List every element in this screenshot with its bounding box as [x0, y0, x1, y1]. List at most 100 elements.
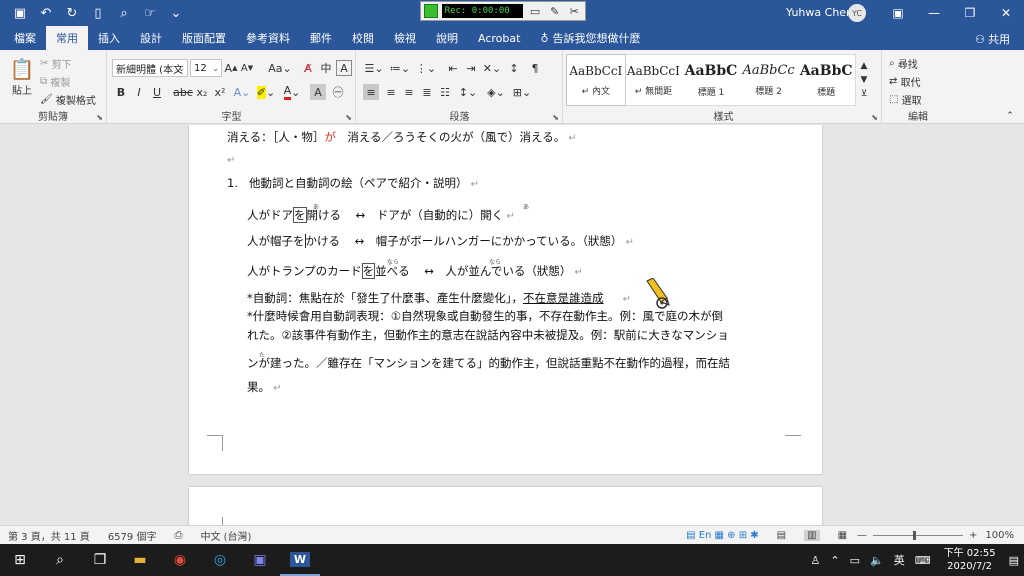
recorder-folder-icon[interactable]: ▭	[527, 4, 543, 18]
ime-options-icon[interactable]: ⌨	[910, 554, 936, 567]
italic-icon[interactable]: I	[132, 84, 146, 100]
file-explorer-icon[interactable]: ▬	[120, 544, 160, 576]
paste-icon[interactable]: 📋	[8, 56, 36, 82]
account-name[interactable]: Yuhwa Chen	[786, 6, 853, 19]
avatar[interactable]: YC	[848, 4, 866, 22]
paste-button[interactable]: 貼上	[6, 82, 38, 97]
tab-design[interactable]: 設計	[130, 26, 172, 50]
phonetic-guide-icon[interactable]: 中	[318, 60, 334, 76]
network-icon[interactable]: ▭	[845, 554, 865, 567]
read-mode-icon[interactable]: ▤	[777, 530, 786, 541]
recorder-tools-icon[interactable]: ✂	[566, 4, 582, 18]
close-icon[interactable]: ✕	[988, 0, 1024, 26]
word-count[interactable]: 6579 個字	[108, 528, 157, 543]
enclose-characters-icon[interactable]: ㊀	[330, 84, 346, 100]
edge-icon[interactable]: ◎	[200, 544, 240, 576]
copy-button[interactable]: ⧉ 複製	[40, 74, 100, 89]
chevron-down-icon[interactable]: ⌄	[212, 64, 219, 73]
undo-icon[interactable]: ↶	[34, 2, 58, 24]
style-normal[interactable]: AaBbCcI ↵ 內文	[566, 54, 626, 106]
paragraph-launcher-icon[interactable]: ⬊	[552, 113, 559, 122]
zoom-level[interactable]: 100%	[985, 530, 1014, 541]
style-title[interactable]: AaBbC 標題	[797, 55, 855, 105]
restore-icon[interactable]: ❐	[952, 0, 988, 26]
select-button[interactable]: ⬚ 選取	[889, 92, 947, 107]
shading-icon[interactable]: ◈⌄	[485, 84, 507, 100]
align-left-icon[interactable]: ≡	[363, 84, 379, 100]
format-painter-button[interactable]: 🖌 複製格式	[40, 92, 102, 107]
chinese-layout-icon[interactable]: ✕⌄	[483, 60, 501, 76]
show-marks-icon[interactable]: ¶	[527, 60, 543, 76]
more-styles-icon[interactable]: ⊻	[861, 89, 868, 99]
tab-layout[interactable]: 版面配置	[172, 26, 236, 50]
font-color-icon[interactable]: A ⌄	[282, 84, 302, 100]
recorder-pen-icon[interactable]: ✎	[547, 4, 563, 18]
collapse-ribbon-icon[interactable]: ⌃	[1004, 110, 1016, 122]
justify-icon[interactable]: ≣	[419, 84, 435, 100]
show-hidden-icons-icon[interactable]: ⌃	[825, 554, 844, 567]
ime-mode-indicator[interactable]: 英	[889, 552, 910, 568]
tab-home[interactable]: 常用	[46, 26, 88, 50]
tab-mailings[interactable]: 郵件	[300, 26, 342, 50]
tab-insert[interactable]: 插入	[88, 26, 130, 50]
clipboard-launcher-icon[interactable]: ⬊	[96, 113, 103, 122]
people-icon[interactable]: ♙	[806, 554, 826, 567]
clear-formatting-icon[interactable]: A̸	[300, 60, 316, 76]
new-document-icon[interactable]: ▯	[86, 2, 110, 24]
font-size-combo[interactable]: 12 ⌄	[190, 59, 222, 77]
text-effects-icon[interactable]: A⌄	[232, 84, 252, 100]
tab-help[interactable]: 說明	[426, 26, 468, 50]
zoom-in-icon[interactable]: +	[969, 530, 977, 541]
bold-icon[interactable]: B	[114, 84, 128, 100]
font-name-combo[interactable]: 新細明體 (本文 ⌄	[112, 59, 188, 77]
distributed-icon[interactable]: ☷	[437, 84, 453, 100]
notifications-icon[interactable]: ▤	[1004, 554, 1024, 567]
ribbon-display-options-icon[interactable]: ▣	[880, 0, 916, 26]
redo-icon[interactable]: ↻	[60, 2, 84, 24]
touch-mode-icon[interactable]: ☞	[138, 2, 162, 24]
language-indicator[interactable]: 中文 (台灣)	[200, 528, 251, 543]
tell-me-box[interactable]: ♁ 告訴我您想做什麼	[530, 26, 650, 50]
align-right-icon[interactable]: ≡	[401, 84, 417, 100]
teams-icon[interactable]: ▣	[240, 544, 280, 576]
numbering-icon[interactable]: ≔⌄	[389, 60, 411, 76]
document-page[interactable]: 消える：［人・物］が 消える／ろうそくの火が（風で）消える。 ↵ ↵ 1. 他動…	[189, 125, 822, 474]
print-layout-icon[interactable]: ▥	[804, 529, 820, 541]
document-page-next[interactable]	[189, 487, 822, 525]
tab-file[interactable]: 檔案	[4, 26, 46, 50]
increase-indent-icon[interactable]: ⇥	[463, 60, 479, 76]
web-layout-icon[interactable]: ▦	[838, 530, 847, 541]
chrome-icon[interactable]: ◉	[160, 544, 200, 576]
highlight-icon[interactable]: ✐ ⌄	[256, 84, 276, 100]
customize-toolbar-icon[interactable]: ⌄	[164, 2, 188, 24]
zoom-slider[interactable]	[873, 530, 964, 540]
share-button[interactable]: ⚇ 共用	[975, 31, 1010, 47]
clock[interactable]: 下午 02:55 2020/7/2	[936, 547, 1004, 573]
chevron-up-icon[interactable]: ▲	[861, 61, 868, 71]
character-shading-icon[interactable]: A	[310, 84, 326, 100]
tab-acrobat[interactable]: Acrobat	[468, 26, 530, 50]
replace-button[interactable]: ⇄ 取代	[889, 74, 947, 89]
zoom-slider-thumb[interactable]	[913, 530, 917, 540]
strikethrough-icon[interactable]: abc	[173, 84, 193, 100]
decrease-indent-icon[interactable]: ⇤	[445, 60, 461, 76]
shrink-font-icon[interactable]: A ▼	[240, 60, 254, 76]
chevron-down-icon[interactable]: ▼	[861, 75, 868, 85]
underline-icon[interactable]: U	[148, 84, 166, 100]
tab-references[interactable]: 參考資料	[236, 26, 300, 50]
tab-review[interactable]: 校閱	[342, 26, 384, 50]
chevron-down-icon[interactable]: ⌄	[178, 64, 185, 73]
font-launcher-icon[interactable]: ⬊	[345, 113, 352, 122]
style-heading-2[interactable]: AaBbCc 標題 2	[740, 55, 798, 105]
character-border-icon[interactable]: A	[336, 60, 352, 76]
tab-view[interactable]: 檢視	[384, 26, 426, 50]
ime-toolbar[interactable]: ▤ En ▦ ⊕ ⊞ ✱	[686, 530, 759, 541]
style-heading-1[interactable]: AaBbC 標題 1	[682, 55, 740, 105]
proofing-icon[interactable]: ⎙	[174, 530, 182, 541]
cut-button[interactable]: ✂ 剪下	[40, 56, 100, 71]
print-preview-icon[interactable]: ⌕	[112, 2, 136, 24]
borders-icon[interactable]: ⊞⌄	[511, 84, 533, 100]
line-spacing-icon[interactable]: ↕⌄	[457, 84, 479, 100]
subscript-icon[interactable]: x₂	[194, 84, 210, 100]
record-start-button[interactable]	[424, 4, 438, 18]
